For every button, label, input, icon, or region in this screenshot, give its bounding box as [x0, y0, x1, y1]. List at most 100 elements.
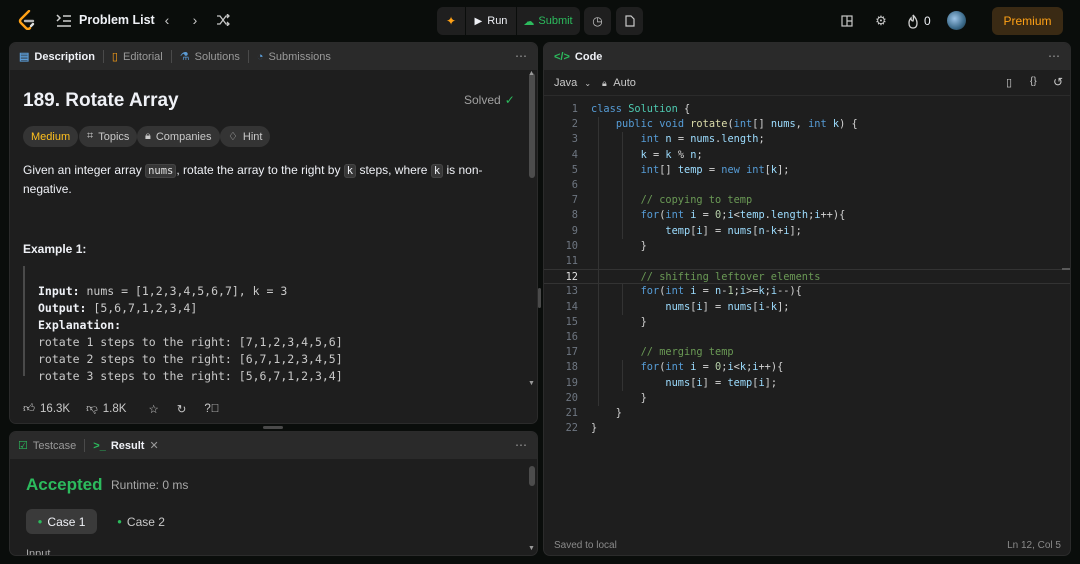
- tab-code[interactable]: </> Code: [554, 43, 602, 70]
- code-line[interactable]: 20 }: [544, 391, 1070, 406]
- debug-button[interactable]: ✦: [437, 7, 465, 35]
- help-icon[interactable]: ?⃝: [204, 403, 219, 415]
- companies-button[interactable]: 🔒︎ Companies: [137, 126, 220, 147]
- more-icon[interactable]: ⋯: [515, 438, 527, 452]
- line-number: 12: [565, 271, 578, 284]
- format-icon[interactable]: {}: [1030, 76, 1037, 87]
- more-icon[interactable]: ⋯: [515, 49, 527, 63]
- shuffle-icon[interactable]: [214, 12, 232, 28]
- description-tabbar: ▤ Description ▯ Editorial ⚗ Solutions ◔ …: [10, 43, 537, 70]
- tab-submissions[interactable]: ◔ Submissions: [257, 43, 331, 70]
- share-icon[interactable]: ↻: [177, 402, 187, 416]
- star-icon[interactable]: ☆: [148, 402, 158, 416]
- lock-icon: 🔒︎: [145, 130, 151, 142]
- code-line[interactable]: 5 int[] temp = new int[k];: [544, 163, 1070, 178]
- layout-icon[interactable]: [838, 13, 856, 29]
- code-line[interactable]: 14 nums[i] = nums[i-k];: [544, 300, 1070, 315]
- tab-editorial[interactable]: ▯ Editorial: [112, 43, 163, 70]
- vertical-resize-handle[interactable]: [538, 288, 541, 308]
- fire-icon[interactable]: [905, 12, 921, 30]
- code-line[interactable]: 19 nums[i] = temp[i];: [544, 376, 1070, 391]
- topics-button[interactable]: ⌗ Topics: [79, 126, 138, 147]
- code-line[interactable]: 21 }: [544, 406, 1070, 421]
- reset-icon[interactable]: ↺: [1053, 75, 1063, 89]
- code-line[interactable]: 9 temp[i] = nums[n-k+i];: [544, 224, 1070, 239]
- result-scrollbar[interactable]: [529, 466, 535, 486]
- tab-description[interactable]: ▤ Description: [19, 43, 95, 70]
- hint-button[interactable]: ♢ Hint: [220, 126, 271, 147]
- description-footer: 👍︎ 16.3K 👎︎ 1.8K ☆ ↻ ?⃝: [10, 393, 537, 423]
- checkbox-icon: ☑: [18, 440, 28, 452]
- code-line[interactable]: 4 k = k % n;: [544, 148, 1070, 163]
- code-line[interactable]: 15 }: [544, 315, 1070, 330]
- thumbs-down-icon[interactable]: 👎︎: [86, 402, 98, 416]
- line-number: 20: [565, 391, 578, 404]
- language-select[interactable]: Java ⌄: [554, 77, 591, 89]
- close-icon[interactable]: ✕: [149, 439, 158, 452]
- input-label: Input: [26, 548, 51, 556]
- code-header: </> Code ⋯: [544, 43, 1070, 70]
- line-number: 8: [571, 209, 578, 222]
- lightbulb-icon: ♢: [228, 131, 238, 143]
- thumbs-up-icon[interactable]: 👍︎: [23, 402, 35, 416]
- code-text: nums[i] = temp[i];: [665, 376, 778, 389]
- tab-testcase[interactable]: ☑ Testcase: [18, 432, 76, 459]
- notes-button[interactable]: [616, 7, 643, 35]
- flask-icon: ⚗: [179, 51, 190, 63]
- difficulty-badge[interactable]: Medium: [23, 126, 79, 147]
- chevron-right-icon[interactable]: ›: [187, 12, 203, 28]
- more-icon[interactable]: ⋯: [1048, 49, 1060, 63]
- editor-scroll-marker: [1062, 268, 1070, 270]
- debug-icon: ✦: [445, 14, 457, 28]
- submit-button[interactable]: ☁ Submit: [517, 7, 579, 35]
- code-line[interactable]: 8 for(int i = 0;i<temp.length;i++){: [544, 208, 1070, 223]
- code-line[interactable]: 7 // copying to temp: [544, 193, 1070, 208]
- code-line[interactable]: 10 }: [544, 239, 1070, 254]
- line-number: 15: [565, 315, 578, 328]
- list-icon[interactable]: [55, 12, 73, 30]
- description-scrollbar[interactable]: [529, 73, 535, 178]
- code-line[interactable]: 11: [544, 254, 1070, 269]
- code-text: // copying to temp: [640, 194, 753, 207]
- problem-list-link[interactable]: Problem List: [79, 13, 155, 27]
- bookmark-icon[interactable]: ▯: [1006, 76, 1012, 89]
- scroll-down-icon[interactable]: ▼: [528, 545, 535, 552]
- code-text: // shifting leftover elements: [640, 271, 821, 284]
- horizontal-resize-handle[interactable]: [263, 426, 283, 429]
- code-line[interactable]: 6: [544, 178, 1070, 193]
- code-line[interactable]: 2 public void rotate(int[] nums, int k) …: [544, 117, 1070, 132]
- scroll-down-icon[interactable]: ▼: [528, 380, 535, 387]
- code-line[interactable]: 12 // shifting leftover elements: [544, 269, 1070, 285]
- line-number: 9: [571, 224, 578, 237]
- case-1-tab[interactable]: ● Case 1: [26, 509, 97, 534]
- line-number: 2: [571, 118, 578, 131]
- lock-icon: 🔒︎: [602, 78, 607, 88]
- scroll-up-icon[interactable]: ▲: [528, 70, 535, 77]
- case-2-tab[interactable]: ● Case 2: [107, 509, 175, 534]
- tab-result[interactable]: >_ Result ✕: [93, 432, 158, 459]
- code-line[interactable]: 13 for(int i = n-1;i>=k;i--){: [544, 284, 1070, 299]
- code-line[interactable]: 16: [544, 330, 1070, 345]
- timer-button[interactable]: ◷: [584, 7, 611, 35]
- code-line[interactable]: 18 for(int i = 0;i<k;i++){: [544, 360, 1070, 375]
- tab-solutions[interactable]: ⚗ Solutions: [180, 43, 240, 70]
- line-number: 11: [565, 255, 578, 267]
- chevron-left-icon[interactable]: ‹: [159, 12, 175, 28]
- premium-button[interactable]: Premium: [992, 7, 1063, 35]
- auto-mode[interactable]: 🔒︎ Auto: [602, 77, 636, 89]
- line-number: 6: [571, 179, 578, 191]
- settings-icon[interactable]: ⚙: [872, 12, 890, 30]
- code-text: nums[i] = nums[i-k];: [665, 300, 790, 313]
- code-line[interactable]: 3 int n = nums.length;: [544, 132, 1070, 147]
- logo-icon[interactable]: [16, 9, 38, 31]
- code-line[interactable]: 17 // merging temp: [544, 345, 1070, 360]
- code-line[interactable]: 22}: [544, 421, 1070, 436]
- example-block: Input: nums = [1,2,3,4,5,6,7], k = 3 Out…: [23, 266, 503, 383]
- solved-status: Solved ✓: [464, 93, 515, 107]
- terminal-icon: >_: [93, 439, 106, 452]
- tag-icon: ⌗: [87, 130, 94, 142]
- code-editor[interactable]: 1 class Solution {2 public void rotate(in…: [544, 102, 1070, 502]
- code-line[interactable]: 1 class Solution {: [544, 102, 1070, 117]
- avatar[interactable]: [947, 11, 966, 30]
- run-button[interactable]: ▶ Run: [466, 7, 516, 35]
